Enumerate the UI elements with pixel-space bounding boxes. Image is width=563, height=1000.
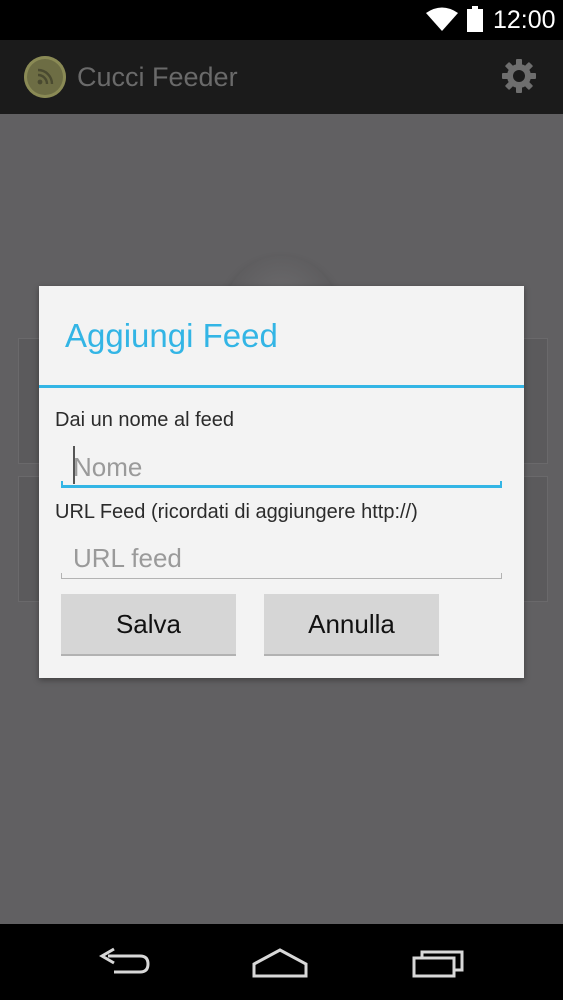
status-bar: 12:00	[0, 0, 563, 40]
name-input[interactable]	[61, 447, 501, 487]
rss-icon[interactable]	[24, 56, 66, 98]
wifi-icon	[426, 6, 458, 32]
url-input-underline	[61, 573, 502, 579]
back-icon[interactable]	[94, 942, 154, 982]
url-input[interactable]	[61, 538, 501, 578]
name-input-underline	[61, 481, 502, 488]
gear-icon[interactable]	[501, 58, 537, 94]
url-label: URL Feed (ricordati di aggiungere http:/…	[55, 501, 418, 523]
name-label: Dai un nome al feed	[55, 409, 235, 431]
text-cursor	[73, 446, 75, 484]
recents-icon[interactable]	[408, 942, 468, 982]
navigation-bar	[0, 924, 563, 1000]
add-feed-dialog: Aggiungi Feed Dai un nome al feed URL Fe…	[39, 286, 524, 678]
title-divider	[39, 385, 524, 388]
action-bar: Cucci Feeder	[0, 40, 563, 114]
home-icon[interactable]	[250, 942, 310, 982]
dialog-title: Aggiungi Feed	[65, 317, 278, 354]
cancel-button[interactable]: Annulla	[264, 594, 439, 656]
battery-icon	[467, 6, 483, 32]
screen: 12:00 Cucci Feeder Aggiungi Feed Dai un …	[0, 0, 563, 1000]
clock-time: 12:00	[493, 6, 556, 34]
app-title: Cucci Feeder	[77, 62, 238, 92]
save-button[interactable]: Salva	[61, 594, 236, 656]
